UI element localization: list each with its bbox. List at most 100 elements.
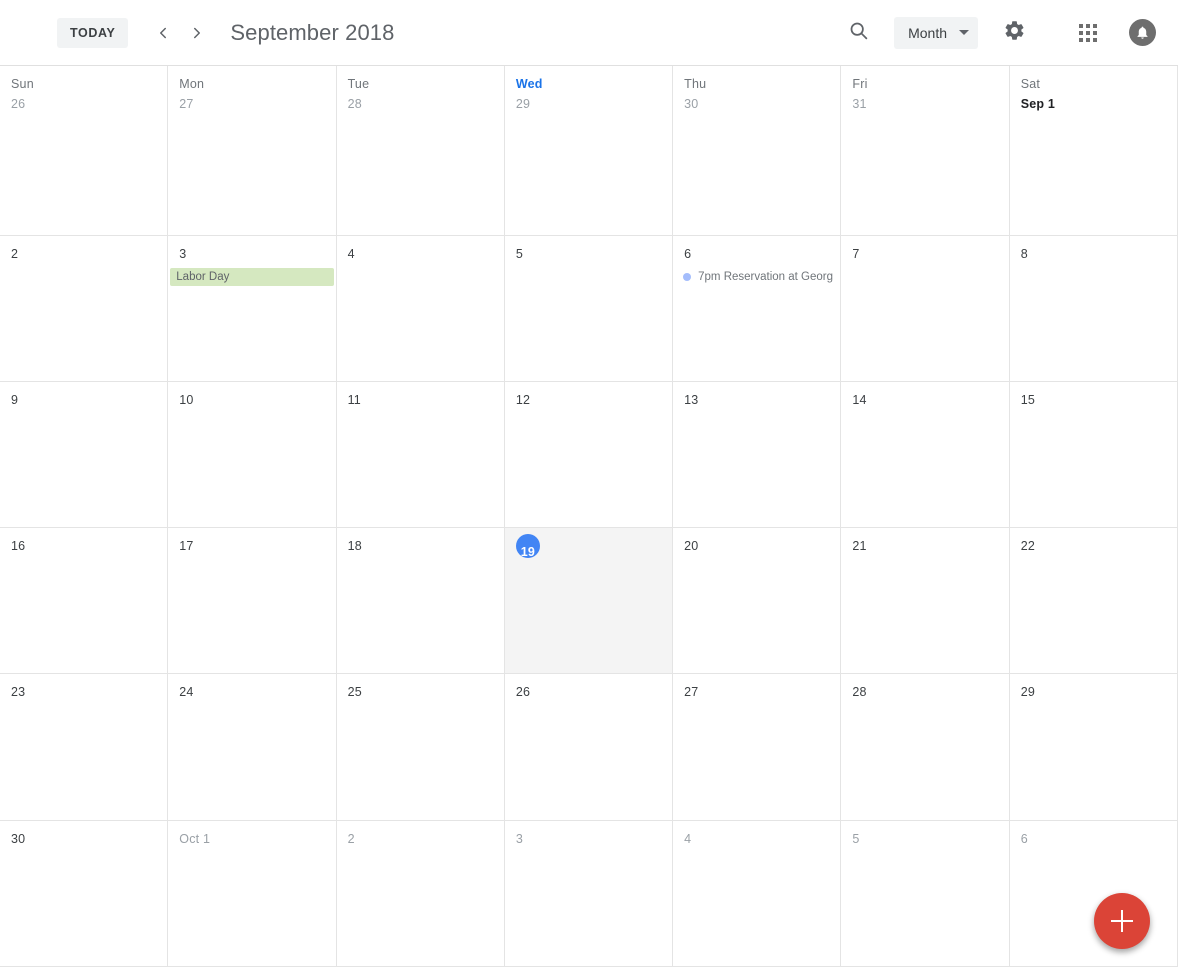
chevron-right-icon [188,24,206,42]
day-number: 31 [852,97,867,111]
day-cell[interactable]: 8 [1009,235,1178,381]
day-cell[interactable]: Mon 27 [168,66,337,235]
day-cell[interactable]: Sun 26 [0,66,169,235]
day-number: 22 [1020,539,1035,554]
top-toolbar: TODAY September 2018 Month [0,0,1178,66]
day-cell[interactable]: 21 [841,528,1010,674]
current-month-title: September 2018 [230,19,395,45]
day-cell[interactable]: 5 [504,235,674,381]
day-cell[interactable]: 28 [841,674,1010,820]
day-cell[interactable]: 7 [841,235,1010,381]
day-number: 29 [1020,685,1035,700]
view-mode-dropdown[interactable]: Month [894,16,978,49]
event-chip-holiday[interactable]: Labor Day [170,267,334,286]
day-cell[interactable]: 15 [1009,381,1178,528]
day-cell[interactable]: Tue 28 [336,66,505,235]
day-cell[interactable]: 26 [504,674,674,820]
event-item[interactable]: 7pm Reservation at Georg [673,268,840,286]
day-cell[interactable]: 14 [841,381,1010,528]
apps-grid-icon [1079,23,1097,42]
day-number: 10 [179,392,194,407]
day-number: 4 [684,831,692,846]
day-events: 7pm Reservation at Georg [673,262,840,286]
day-number: 25 [347,685,362,700]
weekday-header-label: Tue [347,77,370,91]
weekday-header-label: Mon [179,77,205,91]
day-cell[interactable]: 5 [841,820,1010,967]
day-number: 27 [179,97,194,111]
day-cell[interactable]: 30 [0,820,169,967]
day-cell[interactable]: Fri 31 [841,66,1010,235]
day-number: 6 [1020,831,1028,846]
notifications-button[interactable] [1122,13,1162,53]
day-cell[interactable]: 12 [504,381,674,528]
weekday-header-label: Sun [11,77,34,91]
day-cell[interactable]: 13 [673,381,842,528]
day-number: Sep 1 [1020,97,1056,111]
day-number: 21 [852,539,867,554]
day-number: 28 [852,685,867,700]
week-row: 23 24 25 26 27 28 29 [0,674,1178,821]
settings-button[interactable] [994,13,1034,53]
day-number: 26 [515,685,531,700]
day-number: 30 [684,97,699,111]
day-number: 18 [347,539,362,554]
day-cell[interactable]: 3 [504,820,674,967]
next-month-button[interactable] [180,16,214,50]
day-number: 2 [11,246,19,261]
day-cell[interactable]: 25 [336,674,505,820]
day-number: 3 [179,246,187,261]
chevron-left-icon [154,24,172,42]
weekday-header-label: Sat [1020,77,1041,91]
previous-month-button[interactable] [146,16,180,50]
search-button[interactable] [838,13,878,53]
day-cell[interactable]: 2 [0,235,169,381]
day-cell[interactable]: 18 [336,528,505,674]
day-number: 2 [347,831,355,846]
day-cell[interactable]: 23 [0,674,169,820]
week-row: 2 3 Labor Day 4 5 6 7pm Reservation at G… [0,235,1178,382]
day-number: 5 [515,246,523,261]
day-cell[interactable]: 2 [336,820,505,967]
apps-launcher-button[interactable] [1068,13,1108,53]
day-cell[interactable]: Oct 1 [168,820,337,967]
weekday-header-label: Thu [684,77,707,91]
day-cell[interactable]: 20 [673,528,842,674]
view-mode-label: Month [908,24,947,41]
day-number: 24 [179,685,194,700]
toolbar-left-group: TODAY September 2018 [0,16,394,50]
day-number: 28 [347,97,362,111]
week-row: 16 17 18 19 20 21 22 [0,528,1178,675]
day-number: 26 [11,97,26,111]
day-cell[interactable]: 3 Labor Day [168,235,337,381]
day-events: Labor Day [168,262,335,286]
day-cell[interactable]: Thu 30 [673,66,842,235]
day-cell[interactable]: 16 [0,528,169,674]
day-cell[interactable]: 10 [168,381,337,528]
search-icon [848,20,869,46]
day-cell[interactable]: 4 [336,235,505,381]
day-cell[interactable]: 27 [673,674,842,820]
create-event-fab[interactable] [1094,893,1150,949]
day-cell[interactable]: 29 [1009,674,1178,820]
chevron-down-icon [959,30,969,35]
day-cell[interactable]: 11 [336,381,505,528]
day-cell[interactable]: 24 [168,674,337,820]
day-cell[interactable]: 17 [168,528,337,674]
day-number: 6 [684,246,692,261]
day-cell[interactable]: 22 [1009,528,1178,674]
weekday-header-label: Fri [852,77,868,91]
day-cell[interactable]: 6 7pm Reservation at Georg [673,235,842,381]
day-number: 27 [684,685,699,700]
day-cell[interactable]: Sat Sep 1 [1009,66,1178,235]
day-number: 12 [515,392,531,407]
day-cell[interactable]: Wed 29 [504,66,674,235]
day-cell-today[interactable]: 19 [504,528,674,674]
gear-icon [1003,19,1026,47]
day-number: 30 [11,831,26,846]
today-button[interactable]: TODAY [57,17,129,48]
event-title: 7pm Reservation at Georg [698,270,833,283]
day-cell[interactable]: 4 [673,820,842,967]
day-cell[interactable]: 9 [0,381,169,528]
day-cell[interactable]: 6 [1009,820,1178,967]
